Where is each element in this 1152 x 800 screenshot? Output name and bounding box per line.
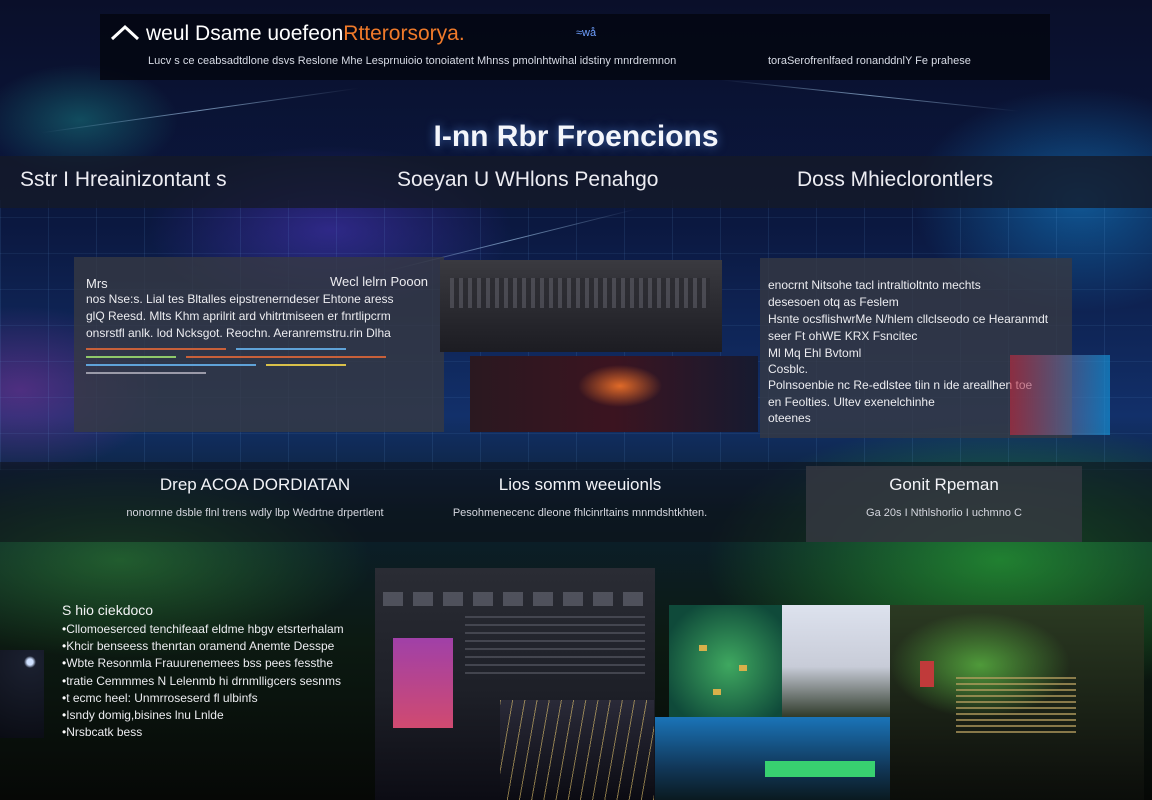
panel-left-line: glQ Reesd. Mlts Khm aprilrit ard vhitrtm… [86, 309, 391, 323]
brand-tag: ≈wå [576, 27, 597, 39]
screenshot-thumbnail[interactable] [440, 260, 722, 352]
feature-description: Ga 20s I Nthlshorlio I uchmno C [866, 507, 1022, 519]
panel-right-line: en Feolties. Ultev exenelchinhe [768, 395, 935, 409]
list-item: tratie Cemmmes N Lelenmb hi drnmlligcers… [62, 674, 344, 691]
list-item: t ecmc heel: Unmrroseserd fl ulbinfs [62, 691, 344, 708]
game-sprite [699, 645, 707, 651]
logo-icon[interactable] [110, 24, 140, 42]
panel-right-line: Polnsoenbie nc Re-edlstee tiin n ide are… [768, 378, 1033, 392]
feature-description: nonornne dsble flnl trens wdly lbp Wedrt… [126, 507, 384, 519]
list-item: Wbte Resonmla Frauurenemees bss pees fes… [62, 656, 344, 673]
panel-right-line: seer Ft ohWE KRX Fsncitec [768, 329, 918, 343]
thumbnail-screen [956, 673, 1076, 733]
game-sprite [739, 665, 747, 671]
list-item: Nrsbcatk bess [62, 725, 344, 742]
game-sprite [713, 689, 721, 695]
panel-left-heading: Wecl lelrn Pooon [330, 274, 429, 289]
feature-title: Lios somm weeuionls [498, 475, 662, 494]
workspace-thumbnail[interactable] [890, 605, 1144, 800]
thumbnail-toolbar [383, 592, 647, 606]
panel-left-title: Mrs [86, 276, 108, 291]
thumbnail-detail [450, 278, 710, 308]
green-bar-graphic [765, 761, 875, 777]
code-lines-graphic [86, 348, 426, 378]
brand-name[interactable]: weul Dsame uoefeonRtterorsorya. [146, 22, 465, 46]
panel-right-line: Hsnte ocsflishwrMe N/hlem cllclseodo ce … [768, 312, 1049, 326]
panel-right-line: desesoen otq as Feslem [768, 295, 899, 309]
feature-item-1[interactable]: Drep ACOA DORDIATAN nonornne dsble flnl … [100, 475, 410, 519]
feature-title: Gonit Rpeman [889, 475, 999, 494]
brand-name-primary: weul Dsame uoefeon [146, 22, 344, 45]
thumbnail-art-panel [393, 638, 453, 728]
brand-name-accent: Rtterorsorya. [343, 22, 465, 45]
panel-right-line: oteenes [768, 411, 811, 425]
fire-scene-thumbnail[interactable] [470, 356, 758, 432]
game-thumbnail[interactable] [669, 605, 782, 717]
feature-list: Cllomoeserced tenchifeaaf eldme hbgv ets… [62, 622, 344, 742]
list-item: Isndy domig,bisines lnu Lnlde [62, 708, 344, 725]
nav-item-3[interactable]: Doss Mhieclorontlers [797, 168, 993, 192]
list-item: Khcir benseess thenrtan oramend Anemte D… [62, 639, 344, 656]
panel-left-line: nos Nse:s. Lial tes Bltalles eipstrenern… [86, 292, 394, 306]
nav-item-2[interactable]: Soeyan U WHlons Penahgo [397, 168, 659, 192]
speaker-graphic [0, 650, 44, 738]
header-subtitle-secondary: toraSerofrenlfaed ronanddnlY Fe prahese [768, 55, 971, 67]
thumbnail-object [920, 661, 934, 687]
room-thumbnail[interactable] [782, 605, 890, 717]
panel-right-line: Cosblc. [768, 362, 809, 376]
feature-description: Pesohmenecenc dleone fhlcinrltains mnmds… [452, 507, 708, 519]
list-item: Cllomoeserced tenchifeaaf eldme hbgv ets… [62, 622, 343, 639]
feature-item-2[interactable]: Lios somm weeuionls Pesohmenecenc dleone… [430, 475, 730, 519]
road-graphic [500, 700, 654, 800]
feature-item-3[interactable]: Gonit Rpeman Ga 20s I Nthlshorlio I uchm… [806, 475, 1082, 519]
nav-item-1[interactable]: Sstr I Hreainizontant s [20, 168, 227, 192]
feature-title: Drep ACOA DORDIATAN [159, 475, 351, 494]
list-title: S hio ciekdoco [62, 602, 154, 618]
header-subtitle: Lucv s ce ceabsadtdlone dsvs Reslone Mhe… [148, 55, 677, 67]
hero-title: I-nn Rbr Froencions [433, 120, 719, 153]
water-thumbnail[interactable] [655, 717, 890, 800]
red-glow-graphic [1010, 355, 1110, 435]
panel-right-line: Ml Mq Ehl Bvtoml [768, 346, 862, 360]
panel-left-line: onsrstfl anlk. lod Ncksgot. Reochn. Aera… [86, 326, 391, 340]
thumbnail-text-block [465, 614, 645, 674]
panel-right-line: enocrnt Nitsohe tacl intraltioltnto mech… [768, 278, 981, 292]
